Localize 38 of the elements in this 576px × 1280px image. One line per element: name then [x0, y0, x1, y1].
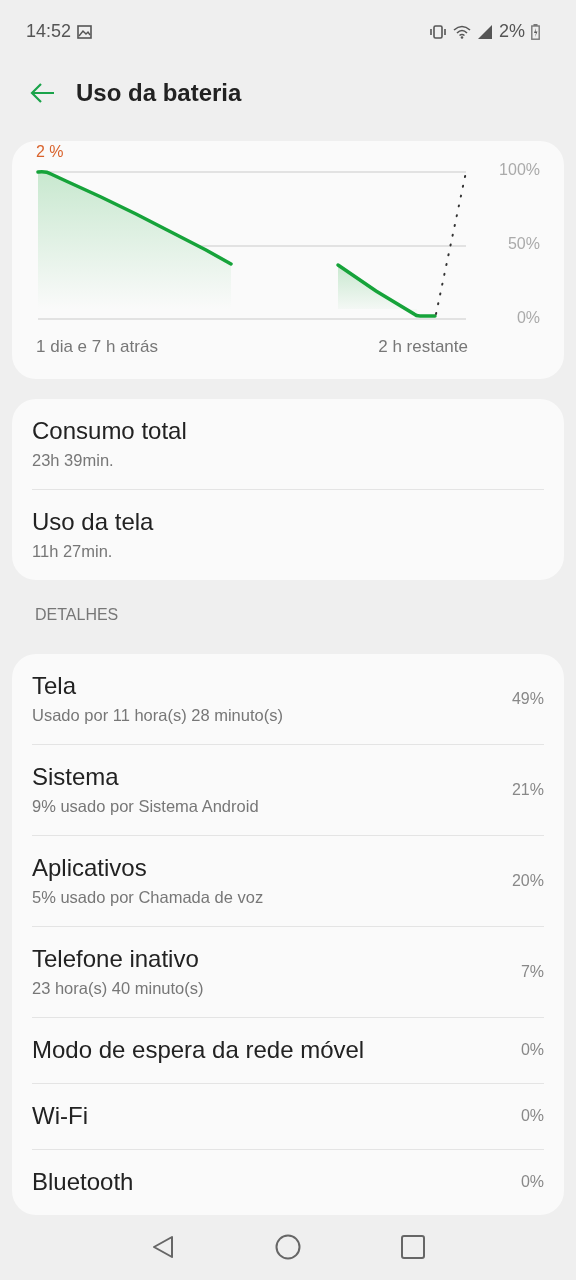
summary-item[interactable]: Uso da tela 11h 27min. — [32, 489, 544, 580]
axis-label: 0% — [516, 308, 540, 327]
item-percent: 0% — [520, 1041, 544, 1060]
axis-label: 50% — [507, 234, 540, 253]
item-title[interactable]: Modo de espera da rede móvel — [32, 1036, 521, 1065]
page-title: Uso da bateria — [76, 79, 242, 107]
item-title[interactable]: Tela — [32, 672, 512, 701]
item-percent: 7% — [520, 962, 544, 981]
item-percent: 21% — [511, 780, 544, 799]
battery-icon — [531, 23, 540, 40]
item-percent: 20% — [511, 871, 544, 890]
item-title[interactable]: Bluetooth — [32, 1168, 521, 1197]
clock: 14:52 — [26, 21, 72, 43]
back-icon[interactable] — [30, 82, 56, 104]
section-heading: DETALHES — [34, 604, 120, 625]
axis-label: 100% — [499, 160, 540, 179]
summary-item[interactable]: Consumo total 23h 39min. — [32, 398, 544, 490]
item-percent: 49% — [511, 689, 544, 708]
axis-label: 2 h restante — [378, 336, 468, 357]
battery-level-text: 2 % — [36, 142, 65, 161]
item-percent: 0% — [520, 1173, 544, 1192]
item-title[interactable]: Telefone inativo — [32, 945, 521, 974]
item-subtitle: Usado por 11 hora(s) 28 minuto(s) — [32, 706, 284, 726]
image-icon — [77, 24, 93, 39]
vibrate-icon — [429, 24, 447, 39]
wifi-icon — [453, 24, 471, 39]
item-subtitle: 9% usado por Sistema Android — [32, 797, 260, 817]
item-subtitle: 5% usado por Chamada de voz — [32, 888, 265, 908]
item-subtitle: 23 hora(s) 40 minuto(s) — [32, 979, 205, 999]
signal-icon — [477, 24, 493, 39]
recents-icon[interactable] — [400, 1234, 427, 1261]
battery-percent: 2% — [499, 21, 525, 43]
item-title[interactable]: Aplicativos — [32, 854, 512, 883]
home-icon[interactable] — [275, 1234, 301, 1261]
axis-label: 1 dia e 7 h atrás — [36, 336, 158, 357]
item-title[interactable]: Sistema — [32, 763, 512, 792]
item-percent: 0% — [520, 1107, 544, 1126]
item-title[interactable]: Wi-Fi — [32, 1102, 521, 1131]
